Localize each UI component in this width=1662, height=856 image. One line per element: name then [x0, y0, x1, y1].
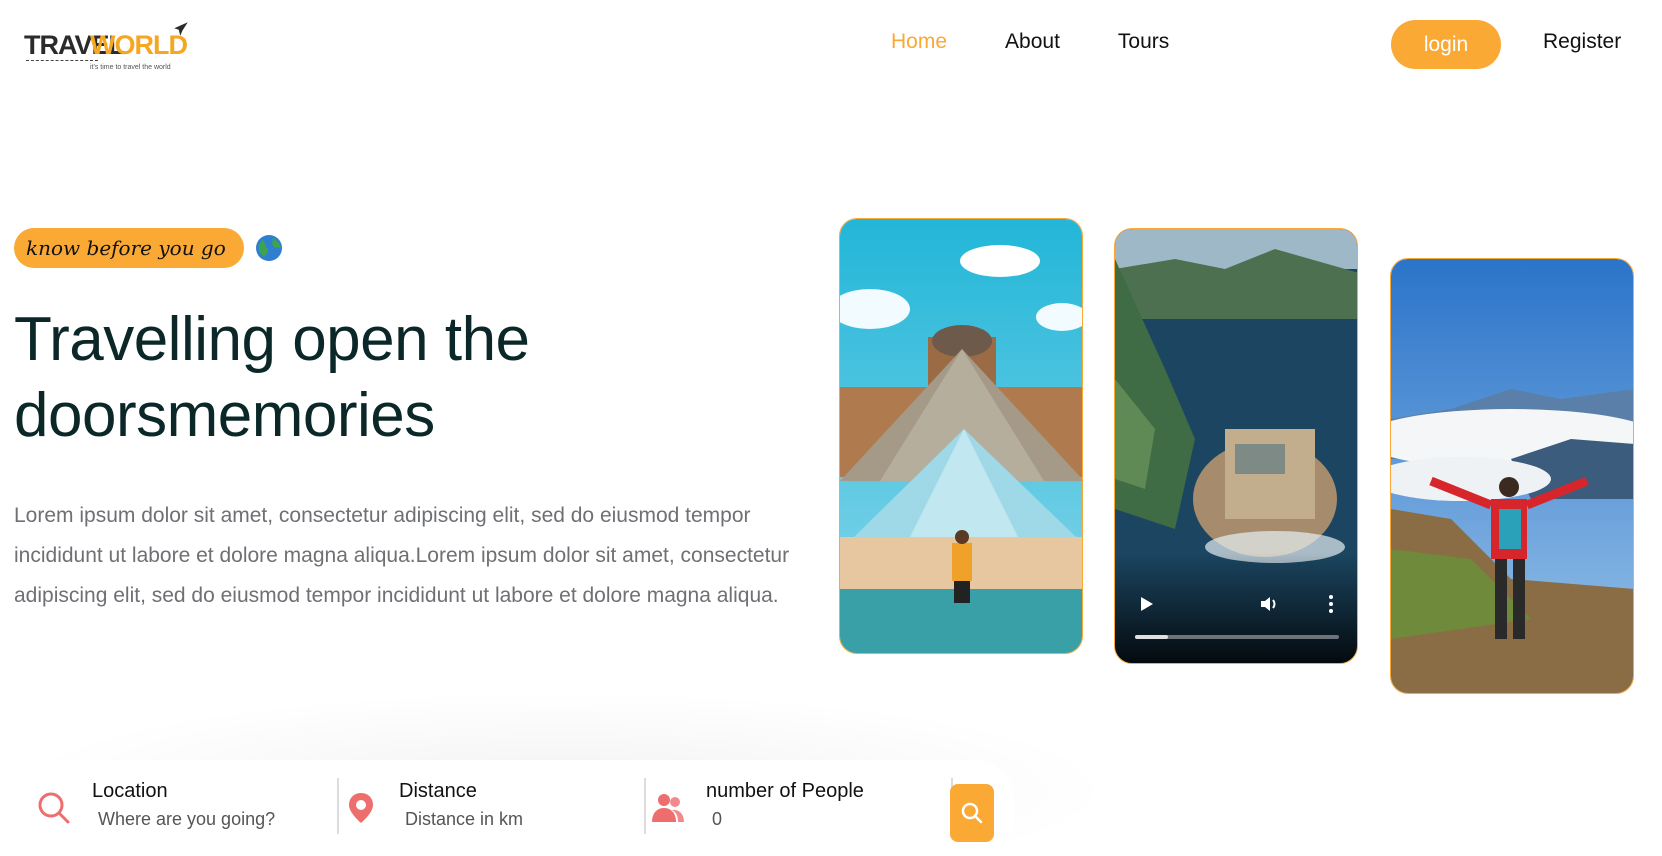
nav-about[interactable]: About: [1005, 30, 1060, 54]
location-label: Location: [92, 780, 168, 802]
search-distance-group: Distance: [339, 778, 646, 838]
distance-input[interactable]: [405, 809, 605, 830]
mountain-hiker-image: [1391, 259, 1633, 693]
video-progress-bar[interactable]: [1135, 635, 1339, 639]
search-button[interactable]: [950, 784, 994, 842]
location-field: Location: [92, 778, 298, 830]
header: TRAVEL WORLD it's time to travel the wor…: [0, 0, 1662, 92]
play-icon[interactable]: [1135, 593, 1157, 615]
hero-image-louvre: [839, 218, 1083, 654]
hero-image-hiker: [1390, 258, 1634, 694]
hero-video-fortress[interactable]: [1114, 228, 1358, 664]
search-people-group: number of People: [646, 778, 953, 838]
hero-subtitle: know before you go: [14, 228, 244, 268]
logo-flight-path: [26, 60, 98, 61]
nav-home[interactable]: Home: [891, 30, 947, 54]
search-icon: [38, 792, 70, 824]
logo-tagline: it's time to travel the world: [90, 64, 171, 71]
hero-subtitle-row: know before you go: [14, 228, 284, 268]
login-button[interactable]: login: [1391, 20, 1501, 69]
distance-field: Distance: [399, 778, 605, 830]
register-link[interactable]: Register: [1543, 30, 1621, 54]
hero-description: Lorem ipsum dolor sit amet, consectetur …: [14, 504, 790, 607]
people-field: number of People: [706, 778, 912, 830]
nav-tours[interactable]: Tours: [1118, 30, 1169, 54]
louvre-pyramid-image: [840, 219, 1082, 653]
search-icon: [961, 802, 983, 824]
globe-icon: [255, 235, 282, 261]
people-icon: [652, 794, 684, 822]
hero-title-line-1: Travelling open the: [14, 305, 530, 374]
main-nav: Home About Tours: [891, 30, 1227, 54]
location-input[interactable]: [98, 809, 298, 830]
video-progress-fill: [1135, 635, 1168, 639]
airplane-icon: [174, 22, 188, 36]
video-controls: [1115, 553, 1357, 663]
people-input[interactable]: [712, 809, 912, 830]
more-options-icon[interactable]: [1320, 593, 1342, 615]
search-location-group: Location: [32, 778, 339, 838]
hero-title-line-2: doorsmemories: [14, 381, 435, 450]
logo[interactable]: TRAVEL WORLD it's time to travel the wor…: [24, 20, 204, 78]
search-bar: Location Distance number of People: [14, 760, 1014, 856]
distance-label: Distance: [399, 780, 477, 802]
hero-title: Travelling open the doorsmemories: [14, 302, 794, 454]
people-label: number of People: [706, 780, 864, 802]
volume-icon[interactable]: [1258, 593, 1280, 615]
map-pin-icon: [349, 793, 373, 823]
